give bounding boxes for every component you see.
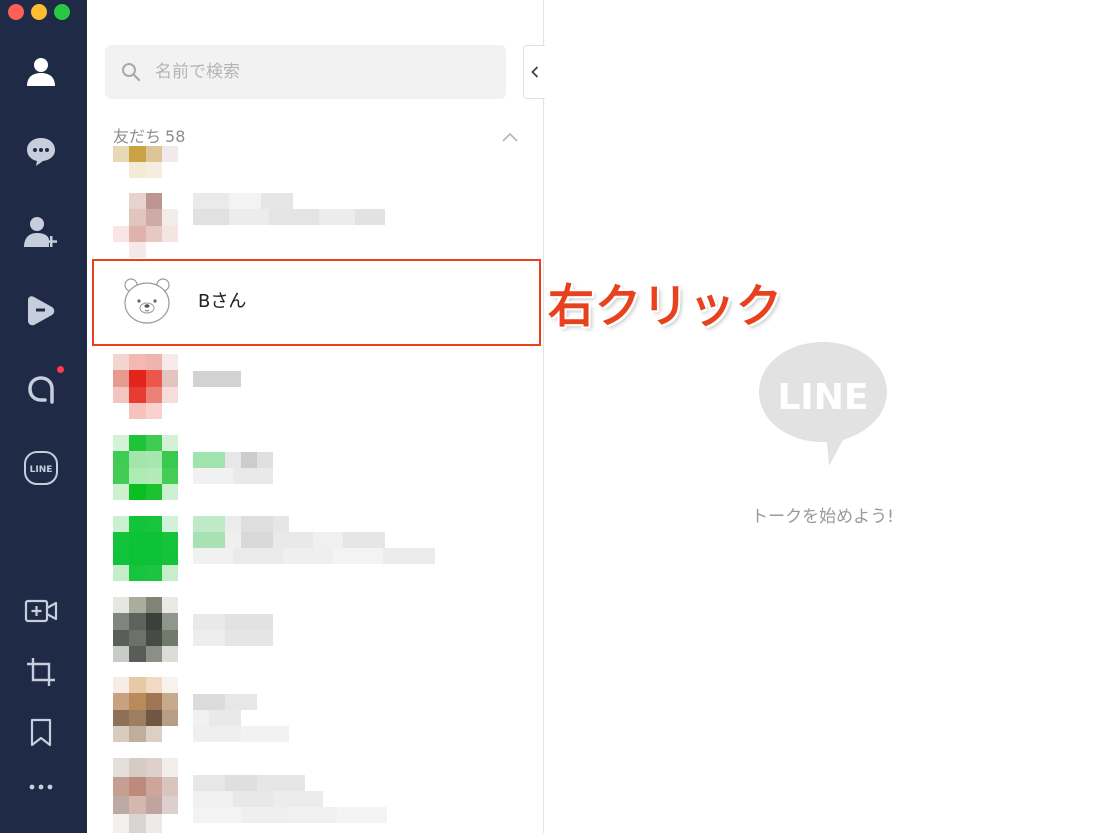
search-box[interactable] [105, 45, 506, 99]
blurred-name [193, 452, 273, 468]
close-window-button[interactable] [8, 4, 24, 20]
friends-section-header[interactable]: 友だち 58 [113, 123, 518, 147]
list-item[interactable] [87, 758, 543, 833]
friend-count: 58 [165, 127, 186, 146]
chevron-left-icon [530, 66, 538, 78]
friend-name: Bさん [198, 291, 247, 312]
section-label: 友だち [113, 127, 162, 146]
avatar [113, 597, 178, 662]
zoom-window-button[interactable] [54, 4, 70, 20]
nav-screenshot-button[interactable] [20, 651, 62, 693]
list-item[interactable] [87, 597, 543, 679]
search-icon [121, 62, 141, 86]
line-icon: LINE [24, 451, 58, 485]
list-item[interactable] [87, 677, 543, 759]
nav-video-call-button[interactable] [20, 590, 62, 632]
blurred-status [193, 791, 323, 807]
blurred-status [193, 209, 385, 225]
avatar [113, 146, 178, 178]
nav-chats-button[interactable] [20, 130, 62, 172]
crop-icon [27, 658, 55, 686]
friend-item-selected[interactable]: Bさん [92, 259, 541, 346]
avatar [113, 758, 178, 833]
chat-area: LINE トークを始めよう! [545, 0, 1100, 833]
notification-badge [57, 366, 64, 373]
nav-friends-button[interactable] [20, 50, 62, 92]
timeline-icon [28, 296, 55, 326]
svg-text:LINE: LINE [777, 377, 868, 418]
person-icon [27, 58, 55, 86]
avatar [113, 677, 178, 742]
blurred-status-line [193, 807, 387, 823]
nav-line-button[interactable]: LINE [20, 447, 62, 489]
friend-list-panel: 友だち58 [87, 0, 544, 833]
avatar [113, 193, 178, 258]
avatar [113, 354, 178, 419]
blurred-status-line [193, 548, 435, 564]
blurred-status [193, 630, 273, 646]
nav-add-friend-button[interactable] [20, 210, 62, 252]
blurred-name [193, 371, 241, 387]
list-item[interactable] [87, 354, 543, 436]
nav-keep-button[interactable] [20, 712, 62, 754]
avatar [113, 435, 178, 500]
blurred-status-line [193, 726, 289, 742]
list-item[interactable] [87, 516, 543, 598]
blurred-name [193, 694, 257, 710]
list-item[interactable] [87, 435, 543, 517]
nav-timeline-button[interactable] [20, 289, 62, 331]
blurred-status [193, 468, 273, 484]
bookmark-icon [30, 718, 52, 747]
add-friend-icon [24, 217, 57, 247]
nav-more-button[interactable] [20, 766, 62, 808]
chevron-up-icon[interactable] [502, 127, 518, 146]
right-click-annotation: 右クリック [548, 279, 783, 333]
blurred-name [193, 775, 305, 791]
svg-text:LINE: LINE [30, 465, 53, 475]
minimize-window-button[interactable] [31, 4, 47, 20]
collapse-panel-button[interactable] [523, 45, 545, 99]
blurred-name [193, 516, 289, 532]
blurred-name [193, 614, 273, 630]
list-item[interactable] [87, 146, 543, 178]
avatar [113, 516, 178, 581]
nav-rail: LINE [0, 0, 87, 833]
blurred-name [193, 193, 293, 209]
search-input[interactable] [155, 57, 485, 87]
blurred-status [193, 532, 385, 548]
line-logo: LINE [757, 340, 889, 472]
blurred-status [193, 710, 241, 726]
empty-chat-message: トークを始めよう! [751, 507, 894, 527]
more-icon [29, 784, 53, 790]
bear-avatar-icon [121, 275, 173, 331]
nav-official-accounts-button[interactable] [20, 368, 62, 410]
video-call-icon [24, 599, 58, 623]
chat-bubble-icon [27, 138, 55, 166]
official-account-icon [28, 376, 54, 404]
window-controls [8, 4, 70, 20]
